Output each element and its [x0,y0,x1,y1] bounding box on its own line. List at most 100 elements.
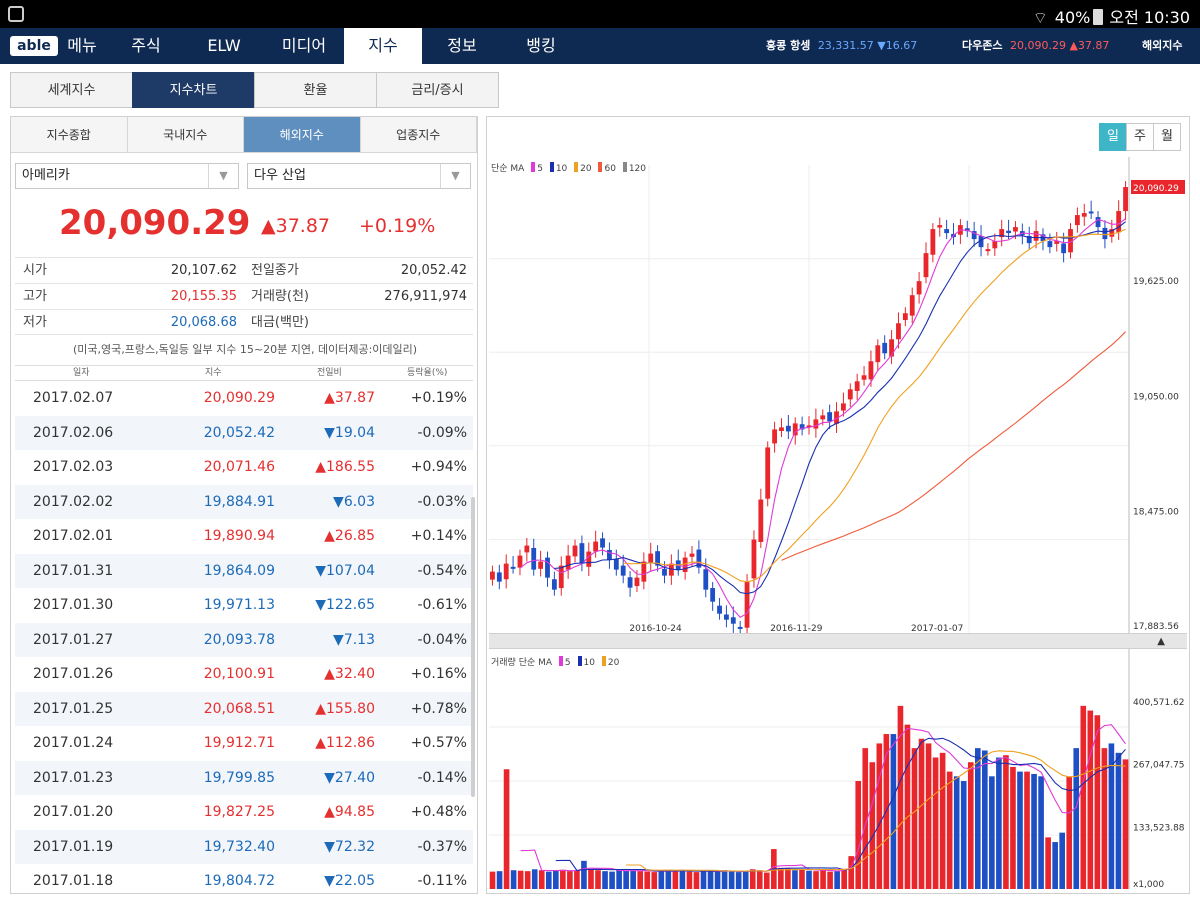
volume-bar [637,871,644,889]
volume-bar [827,871,833,889]
candle-body [985,249,991,252]
volume-bar [946,771,953,889]
ticker-hangseng[interactable]: 홍콩 항셍 23,331.57 ▼16.67 [766,28,917,64]
history-row[interactable]: 2017.01.18 19,804.72 ▼22.05 -0.11% [15,864,473,893]
nav-index[interactable]: 지수 [344,28,422,64]
row-change: ▲94.85 [324,804,375,820]
candle-body [875,345,881,363]
volume-bar [553,870,559,889]
app-logo[interactable]: able [10,36,58,56]
row-value: 20,071.46 [203,459,275,475]
volume-axis-label: 267,047.75 [1133,761,1185,771]
tab-sector-index[interactable]: 업종지수 [360,117,477,153]
period-monthly[interactable]: 월 [1153,123,1181,151]
subtab-rates[interactable]: 금리/증시 [376,72,499,108]
sub-tabs: 세계지수 지수차트 환율 금리/증시 [10,72,499,108]
subtab-index-chart[interactable]: 지수차트 [132,72,255,108]
history-row[interactable]: 2017.02.07 20,090.29 ▲37.87 +0.19% [15,381,473,416]
history-row[interactable]: 2017.01.26 20,100.91 ▲32.40 +0.16% [15,657,473,692]
row-date: 2017.02.01 [33,528,114,544]
volume-bar [651,872,658,889]
row-change: ▲26.85 [324,528,375,544]
candle-body [724,614,729,620]
candle-body [751,539,757,579]
history-row[interactable]: 2017.01.27 20,093.78 ▼7.13 -0.04% [15,622,473,657]
volume-label: 거래량(천) [251,289,309,304]
volume-chart[interactable]: 400,571.62 267,047.75 133,523.88 x1,000 [489,649,1189,893]
history-row[interactable]: 2017.01.24 19,912.71 ▲112.86 +0.57% [15,726,473,761]
overseas-index-button[interactable]: 해외지수 [1142,28,1186,64]
price-axis-label: 19,625.00 [1133,277,1179,287]
nav-stocks[interactable]: 주식 [108,28,184,64]
candle-body [689,553,695,557]
period-daily[interactable]: 일 [1099,123,1127,151]
candle-body [662,568,667,576]
price-chart[interactable]: 20,090.29 19,625.00 19,050.00 18,475.00 17,8… [489,157,1189,635]
history-row[interactable]: 2017.02.01 19,890.94 ▲26.85 +0.14% [15,519,473,554]
history-row[interactable]: 2017.01.31 19,864.09 ▼107.04 -0.54% [15,553,473,588]
nav-banking[interactable]: 뱅킹 [502,28,580,64]
volume-bar [517,870,524,889]
volume-bar [792,870,798,889]
tab-index-summary[interactable]: 지수종합 [11,117,128,153]
nav-info[interactable]: 정보 [424,28,500,64]
candle-body [620,565,626,576]
volume-bar [574,870,580,889]
candle-body [551,579,557,590]
amount-label: 대금(백만) [251,315,309,330]
row-date: 2017.01.20 [33,804,114,820]
tab-domestic-index[interactable]: 국내지수 [127,117,244,153]
battery-percent: 40% [1054,8,1091,27]
nav-media[interactable]: 미디어 [264,28,344,64]
history-scrollbar[interactable] [471,497,475,797]
volume-bar [728,871,735,889]
candle-body [1074,215,1080,226]
index-select[interactable]: 다우 산업 ▼ [247,163,471,189]
ticker-value: 20,090.29 [1009,39,1066,52]
current-price-label: 20,090.29 [1133,184,1179,194]
row-change: ▼122.65 [315,597,375,613]
volume-bar [510,870,517,889]
volume-bar [813,871,819,889]
period-weekly[interactable]: 주 [1126,123,1154,151]
tab-overseas-index[interactable]: 해외지수 [244,117,361,153]
volume-axis-label: 400,571.62 [1133,698,1185,708]
nav-elw[interactable]: ELW [186,28,262,64]
history-row[interactable]: 2017.02.02 19,884.91 ▼6.03 -0.03% [15,484,473,519]
history-rows: 2017.02.07 20,090.29 ▲37.87 +0.19% 2017.02.0… [15,381,473,893]
row-pct: +0.14% [410,528,467,544]
candle-body [1088,211,1094,214]
volume-bar [581,860,587,889]
history-row[interactable]: 2017.01.20 19,827.25 ▲94.85 +0.48% [15,795,473,830]
candle-body [1006,230,1011,234]
row-pct: +0.19% [410,390,467,406]
clock: 오전 10:30 [1109,8,1190,27]
history-row[interactable]: 2017.01.23 19,799.85 ▼27.40 -0.14% [15,760,473,795]
region-select[interactable]: 아메리카 ▼ [15,163,239,189]
prev-close-label: 전일종가 [251,263,299,278]
row-value: 20,052.42 [203,424,275,441]
row-value: 20,100.91 [203,666,275,682]
history-row[interactable]: 2017.01.25 20,068.51 ▲155.80 +0.78% [15,691,473,726]
chart-splitter[interactable]: ▲ [489,633,1187,649]
volume-bar [1066,776,1073,889]
history-row[interactable]: 2017.01.30 19,971.13 ▼122.65 -0.61% [15,588,473,623]
ticker-dow[interactable]: 다우존스 20,090.29 ▲37.87 [962,28,1109,64]
volume-bar [1024,771,1030,889]
history-row[interactable]: 2017.01.19 19,732.40 ▼72.32 -0.37% [15,829,473,864]
battery-icon [1093,9,1104,25]
row-value: 19,732.40 [203,838,275,855]
volume-bar [799,869,805,889]
ticker-label: 다우존스 [962,39,1003,52]
candle-body [634,577,640,587]
row-date: 2017.01.25 [33,700,114,717]
row-pct: +0.48% [410,804,467,820]
history-row[interactable]: 2017.02.06 20,052.42 ▼19.04 -0.09% [15,415,473,450]
nav-menu[interactable]: 메뉴 [62,28,102,64]
subtab-world-index[interactable]: 세계지수 [10,72,133,108]
history-row[interactable]: 2017.02.03 20,071.46 ▲186.55 +0.94% [15,450,473,485]
row-value: 19,884.91 [203,493,275,510]
volume-bar [707,871,714,889]
candle-body [820,415,826,420]
subtab-exchange-rate[interactable]: 환율 [254,72,377,108]
